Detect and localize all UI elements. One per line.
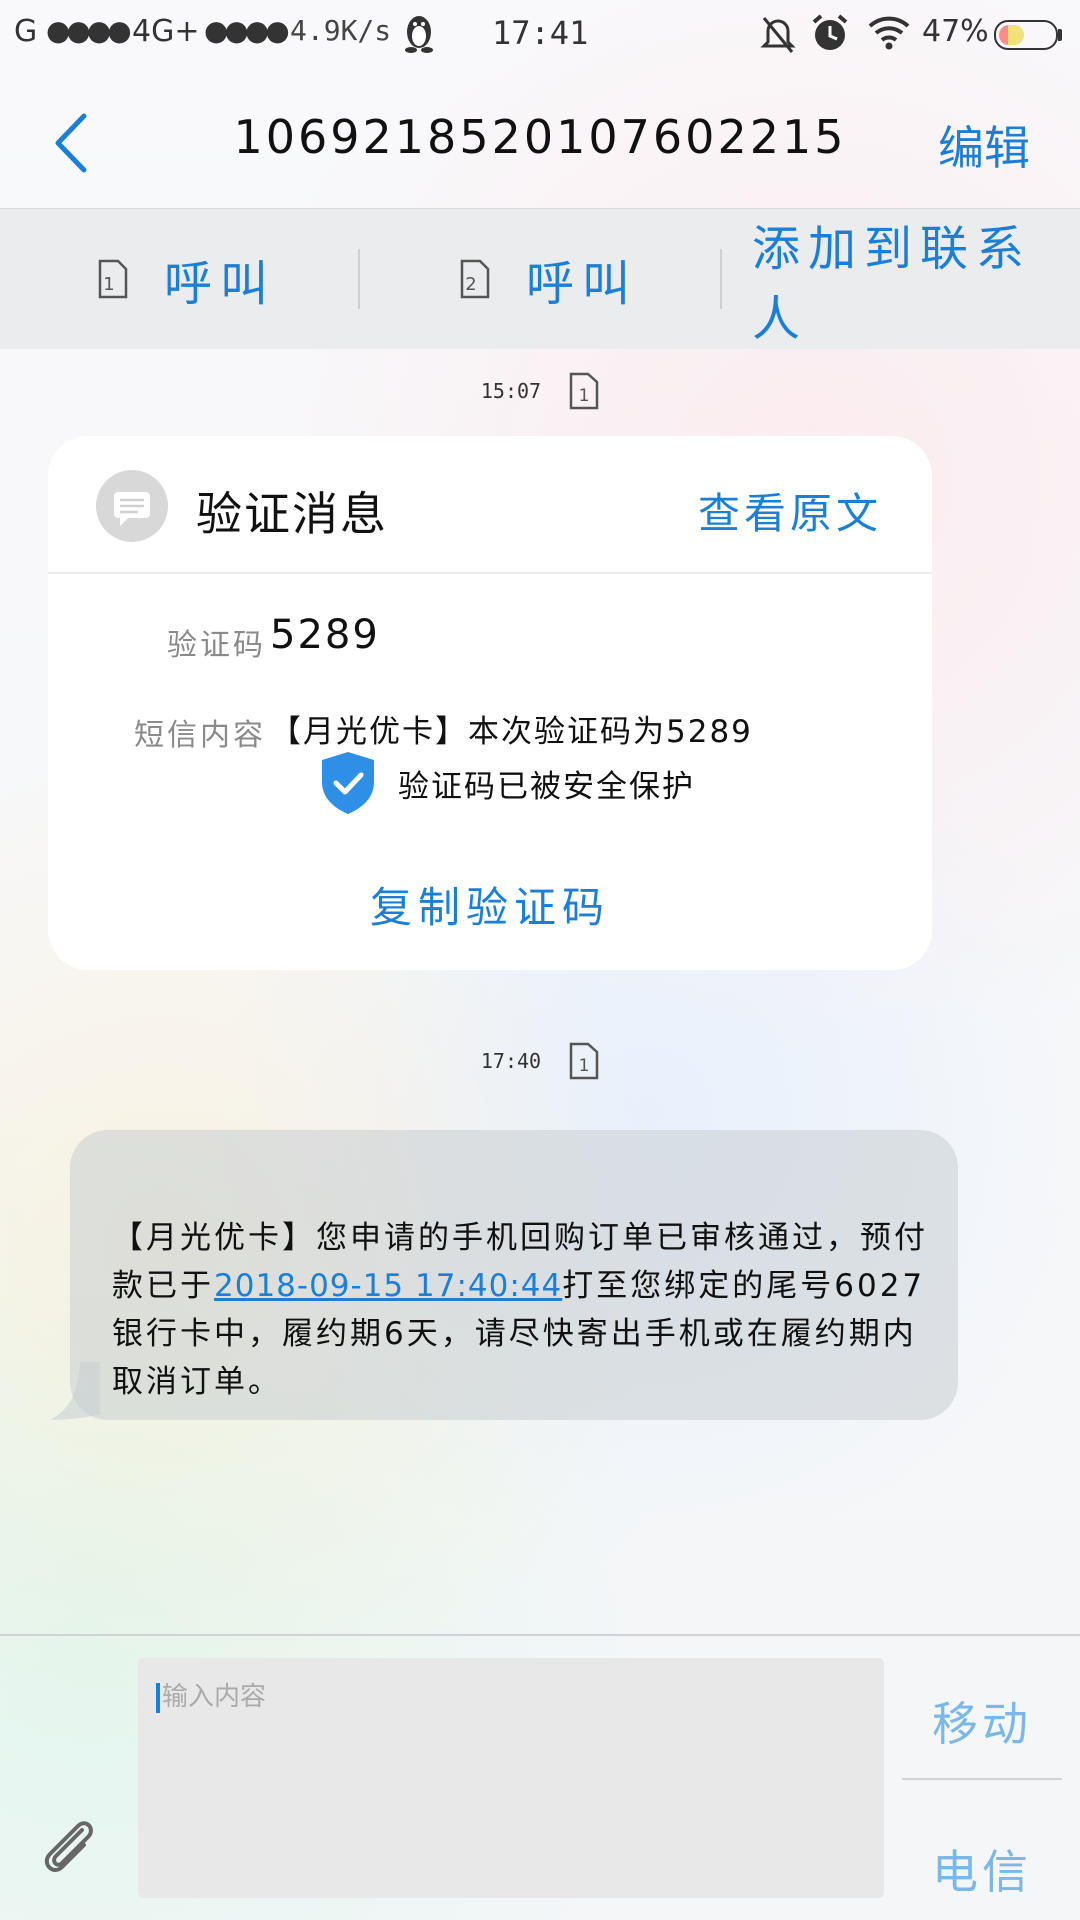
timestamp-text: 15:07	[480, 379, 542, 403]
sim-card-2-icon: 2	[460, 259, 490, 299]
divider	[902, 1778, 1062, 1780]
clock-time: 17:41	[492, 14, 589, 52]
battery-level	[999, 25, 1024, 45]
send-sim2-button[interactable]: 电信	[902, 1836, 1062, 1902]
network-speed: 4.9K/s	[290, 14, 392, 47]
attach-button[interactable]	[36, 1812, 102, 1878]
sim-card-1-icon: 1	[98, 259, 128, 299]
mute-bell-icon	[760, 14, 796, 62]
copy-code-button[interactable]: 复制验证码	[48, 874, 932, 935]
edit-button[interactable]: 编辑	[938, 112, 1030, 178]
view-original-button[interactable]: 查看原文	[698, 480, 882, 541]
code-label: 验证码	[167, 628, 266, 663]
svg-text:1: 1	[579, 386, 590, 406]
wifi-icon	[868, 16, 910, 58]
verification-code-value: 5289	[270, 612, 380, 658]
divider	[720, 249, 722, 309]
divider	[358, 249, 360, 309]
verification-card: 验证消息 查看原文 验证码 5289 短信内容 【月光优卡】本次验证码为5289…	[48, 436, 932, 970]
message-text: 【月光优卡】您申请的手机回购订单已审核通过，预付款已于2018-09-15 17…	[112, 1214, 932, 1406]
signal-strength-icon: ●●●●	[46, 14, 132, 47]
message-input[interactable]: 输入内容	[138, 1658, 884, 1898]
send-sim1-button[interactable]: 移动	[902, 1688, 1062, 1754]
back-button[interactable]	[48, 108, 108, 178]
composer-bar: 输入内容 移动 电信	[0, 1634, 1080, 1920]
verification-card-header: 验证消息 查看原文	[48, 436, 932, 574]
carrier-label: G	[14, 14, 38, 49]
svg-text:1: 1	[579, 1056, 590, 1076]
chevron-left-icon	[55, 113, 87, 173]
call-sim1-button[interactable]: 1 呼叫	[98, 209, 276, 349]
shield-check-icon	[322, 752, 374, 814]
battery-icon	[994, 20, 1058, 50]
qq-penguin-icon	[402, 12, 436, 62]
network-type: 4G+	[132, 14, 200, 49]
call-bar: 1 呼叫 2 呼叫 添加到联系人	[0, 208, 1080, 349]
battery-tip	[1058, 29, 1062, 41]
page-title: 1069218520107602215	[233, 110, 847, 164]
text-caret	[156, 1682, 160, 1713]
sms-conversation-screen: G ●●●● 4G+ ●●●● 4.9K/s 17:41 47% 1069218…	[0, 0, 1080, 1920]
send-buttons: 移动 电信	[902, 1636, 1062, 1920]
message-bubble[interactable]: 【月光优卡】您申请的手机回购订单已审核通过，预付款已于2018-09-15 17…	[70, 1130, 958, 1420]
input-placeholder: 输入内容	[162, 1682, 267, 1712]
call-sim2-label: 呼叫	[526, 256, 639, 312]
datetime-link[interactable]: 2018-09-15 17:40:44	[214, 1268, 562, 1304]
svg-text:1: 1	[103, 274, 122, 295]
security-protection-row: 验证码已被安全保护	[318, 748, 695, 818]
message-timestamp: 17:40 1	[0, 1042, 1080, 1080]
conversation-header: 1069218520107602215 编辑	[0, 72, 1080, 208]
call-sim2-button[interactable]: 2 呼叫	[460, 209, 638, 349]
signal-strength-icon-2: ●●●●	[204, 14, 290, 47]
sim-card-icon: 1	[569, 1042, 599, 1080]
message-timestamp: 15:07 1	[0, 372, 1080, 410]
alarm-clock-icon	[810, 12, 850, 62]
sms-content-label: 短信内容	[134, 718, 266, 753]
sim-card-icon: 1	[569, 372, 599, 410]
timestamp-text: 17:40	[480, 1049, 542, 1073]
add-to-contacts-button[interactable]: 添加到联系人	[752, 209, 1080, 349]
protection-text: 验证码已被安全保护	[398, 768, 695, 805]
paperclip-icon	[44, 1821, 93, 1872]
verification-card-title: 验证消息	[196, 487, 388, 541]
status-bar: G ●●●● 4G+ ●●●● 4.9K/s 17:41 47%	[0, 0, 1080, 72]
call-sim1-label: 呼叫	[164, 256, 277, 312]
battery-percent: 47%	[922, 14, 989, 49]
svg-text:2: 2	[465, 274, 484, 295]
message-icon	[96, 470, 168, 542]
sms-content-value: 【月光优卡】本次验证码为5289	[270, 714, 753, 750]
